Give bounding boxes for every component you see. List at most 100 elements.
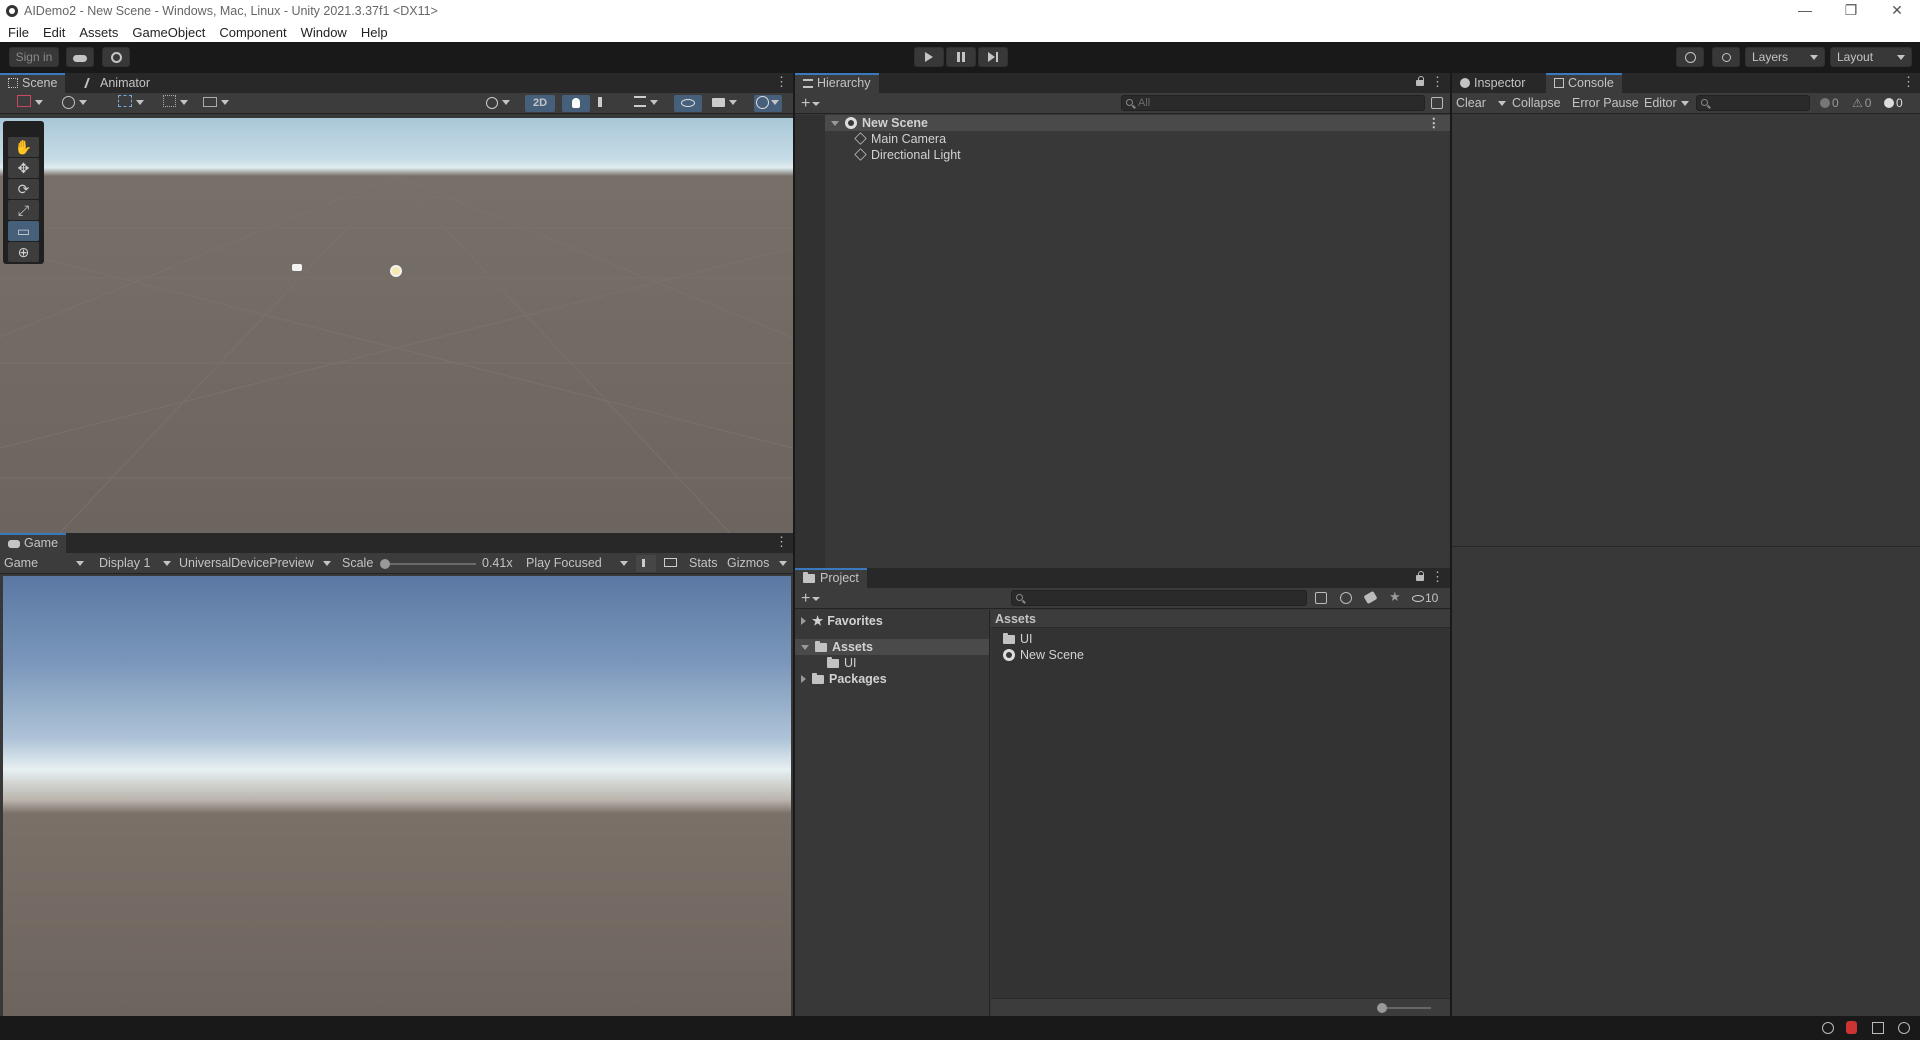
hierarchy-search-input[interactable]: All	[1121, 95, 1425, 111]
hand-tool-button[interactable]: ✋	[8, 137, 39, 157]
layout-dropdown[interactable]: Layout	[1830, 47, 1912, 67]
error-pause-toggle[interactable]: Error Pause	[1572, 95, 1639, 112]
debug-icon[interactable]	[1822, 1022, 1834, 1034]
lock-icon[interactable]	[1416, 76, 1426, 87]
create-dropdown[interactable]: +	[801, 95, 821, 112]
scale-slider-thumb[interactable]	[380, 559, 390, 569]
tab-console[interactable]: Console	[1546, 73, 1622, 93]
transform-tool-button[interactable]: ⊕	[8, 242, 39, 262]
editor-dropdown[interactable]: Editor	[1644, 95, 1689, 112]
hierarchy-item-main-camera[interactable]: Main Camera	[854, 131, 946, 147]
expand-arrow-icon[interactable]	[801, 645, 809, 650]
warning-count-toggle[interactable]: ⚠ 0	[1852, 95, 1871, 112]
minimize-button[interactable]: —	[1782, 0, 1828, 22]
draw-mode-dropdown[interactable]	[17, 95, 43, 112]
log-count-toggle[interactable]: 0	[1820, 95, 1839, 112]
panel-menu-icon[interactable]: ⋮	[1902, 75, 1915, 89]
sign-in-button[interactable]: Sign in	[9, 47, 59, 67]
tab-game[interactable]: Game	[0, 533, 67, 553]
cache-server-icon[interactable]	[1846, 1021, 1857, 1034]
render-mode-dropdown[interactable]	[62, 95, 87, 112]
tab-scene[interactable]: Scene	[0, 73, 66, 93]
expand-arrow-icon[interactable]	[831, 121, 839, 126]
tab-inspector[interactable]: Inspector	[1452, 73, 1533, 93]
display-dropdown[interactable]: Display 1	[99, 555, 171, 572]
game-viewport[interactable]	[3, 576, 791, 1016]
expand-arrow-icon[interactable]	[801, 617, 806, 625]
stats-button[interactable]: Stats	[689, 555, 718, 572]
hidden-packages-toggle[interactable]: 10	[1412, 590, 1438, 607]
camera-dropdown[interactable]	[712, 95, 737, 112]
cloud-button[interactable]	[66, 47, 94, 67]
panel-menu-icon[interactable]: ⋮	[1431, 75, 1444, 89]
search-by-type-icon[interactable]	[1315, 592, 1327, 604]
expand-arrow-icon[interactable]	[801, 675, 806, 683]
tab-hierarchy[interactable]: Hierarchy	[795, 73, 879, 93]
increment-snap-dropdown[interactable]	[203, 95, 229, 112]
audio-toggle[interactable]	[598, 95, 610, 112]
grid-visibility-dropdown[interactable]	[163, 95, 188, 112]
breadcrumb[interactable]: Assets	[991, 610, 1450, 628]
keyboard-shortcuts-toggle[interactable]	[664, 555, 677, 572]
tab-animator[interactable]: Animator	[78, 73, 158, 93]
menu-edit[interactable]: Edit	[43, 25, 65, 40]
hierarchy-item-directional-light[interactable]: Directional Light	[854, 147, 961, 163]
tree-item-packages[interactable]: Packages	[801, 671, 887, 687]
console-log-list[interactable]	[1452, 115, 1920, 547]
console-search-input[interactable]	[1696, 95, 1810, 111]
menu-help[interactable]: Help	[361, 25, 388, 40]
search-by-type-icon[interactable]	[1431, 97, 1443, 109]
scale-slider-track[interactable]	[384, 563, 476, 565]
restore-button[interactable]: ❐	[1828, 0, 1874, 22]
gizmos-dropdown[interactable]: Gizmos	[727, 555, 787, 572]
scene-visibility-toggle[interactable]	[674, 95, 702, 112]
menu-component[interactable]: Component	[219, 25, 286, 40]
clear-dropdown[interactable]: Clear	[1456, 95, 1506, 112]
rotate-tool-button[interactable]: ⟳	[8, 179, 39, 199]
collab-button[interactable]	[102, 47, 130, 67]
camera-gizmo-icon[interactable]	[292, 264, 302, 271]
collapse-toggle[interactable]: Collapse	[1512, 95, 1561, 112]
close-button[interactable]: ✕	[1874, 0, 1920, 22]
icon-size-slider-thumb[interactable]	[1377, 1003, 1387, 1013]
scale-tool-button[interactable]: ⤢	[8, 200, 39, 220]
play-focused-dropdown[interactable]: Play Focused	[526, 555, 628, 572]
shading-mode-dropdown[interactable]	[486, 95, 510, 112]
tree-item-favorites[interactable]: ★ Favorites	[801, 613, 883, 629]
favorite-star-icon[interactable]: ★	[1389, 589, 1401, 605]
asset-item-new-scene[interactable]: New Scene	[1003, 647, 1084, 663]
menu-gameobject[interactable]: GameObject	[132, 25, 205, 40]
scene-menu-icon[interactable]: ⋮	[1428, 115, 1441, 131]
scene-viewport[interactable]	[0, 118, 793, 533]
move-tool-button[interactable]: ✥	[8, 158, 39, 178]
filter-by-label-icon[interactable]	[1363, 590, 1378, 605]
step-button[interactable]	[978, 47, 1008, 67]
lighting-toggle[interactable]	[562, 95, 590, 112]
project-search-input[interactable]	[1011, 590, 1307, 606]
progress-check-icon[interactable]	[1898, 1022, 1910, 1034]
tab-project[interactable]: Project	[795, 568, 867, 588]
lock-icon[interactable]	[1416, 571, 1426, 582]
mute-audio-toggle[interactable]	[636, 555, 656, 572]
filter-by-type-icon[interactable]	[1340, 592, 1352, 604]
game-mode-dropdown[interactable]: Game	[4, 555, 86, 572]
undo-history-button[interactable]	[1676, 47, 1704, 67]
create-asset-dropdown[interactable]: +	[801, 590, 821, 607]
pause-button[interactable]	[946, 47, 976, 67]
panel-menu-icon[interactable]: ⋮	[775, 535, 788, 549]
device-dropdown[interactable]: UniversalDevicePreview	[179, 555, 331, 572]
play-button[interactable]	[914, 47, 944, 67]
toggle-2d-button[interactable]: 2D	[525, 95, 555, 112]
gizmos-dropdown[interactable]	[754, 95, 782, 112]
menu-file[interactable]: File	[8, 25, 29, 40]
menu-window[interactable]: Window	[301, 25, 347, 40]
search-button[interactable]	[1712, 47, 1740, 67]
effects-dropdown[interactable]	[634, 95, 658, 112]
network-icon[interactable]	[1872, 1022, 1884, 1034]
asset-item-ui[interactable]: UI	[1003, 631, 1033, 647]
icon-size-slider-track[interactable]	[1381, 1007, 1431, 1009]
error-count-toggle[interactable]: 0	[1884, 95, 1903, 112]
grid-snapping-toggle[interactable]	[118, 95, 144, 112]
menu-assets[interactable]: Assets	[79, 25, 118, 40]
panel-menu-icon[interactable]: ⋮	[1431, 570, 1444, 584]
